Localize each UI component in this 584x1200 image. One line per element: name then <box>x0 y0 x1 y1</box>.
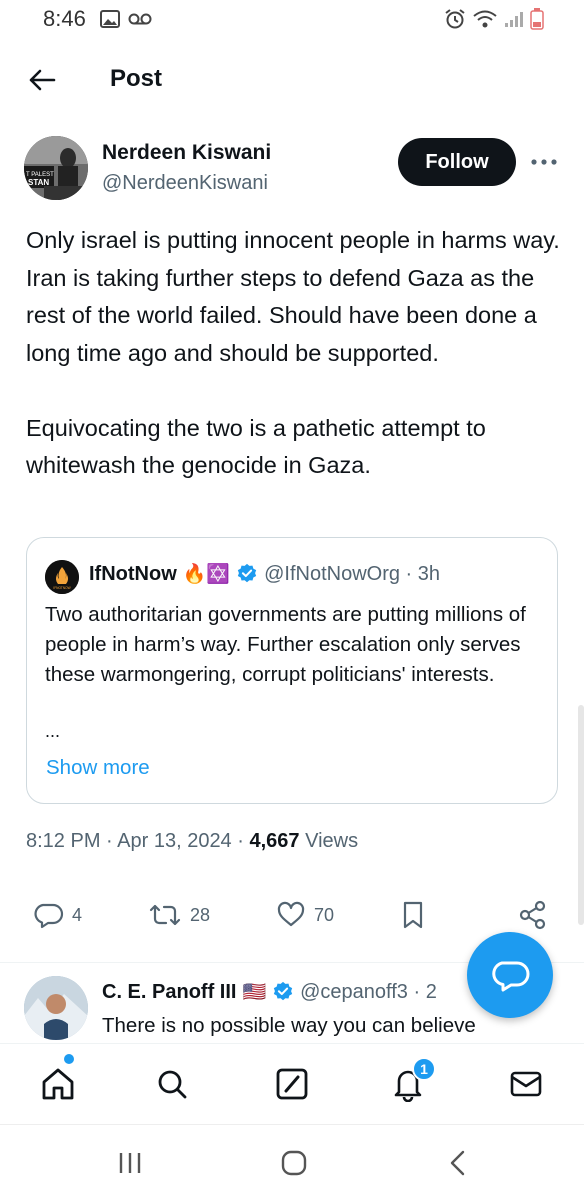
search-icon <box>158 1070 187 1099</box>
scrollbar[interactable] <box>578 705 584 925</box>
svg-text:IFNOTNOW: IFNOTNOW <box>53 586 70 590</box>
follow-button[interactable]: Follow <box>398 138 516 186</box>
reply-author-avatar[interactable] <box>24 976 88 1040</box>
share-button[interactable] <box>518 900 548 930</box>
repost-button[interactable]: 28 <box>148 900 210 930</box>
alarm-icon <box>445 9 465 29</box>
like-button[interactable]: 70 <box>276 900 334 930</box>
home-icon <box>42 1068 74 1100</box>
quote-tweet[interactable]: IFNOTNOW IfNotNow 🔥✡️ @IfNotNowOrg · 3h … <box>26 537 558 804</box>
quote-avatar[interactable]: IFNOTNOW <box>45 560 79 594</box>
repost-count: 28 <box>190 904 211 925</box>
quote-ellipsis: ... <box>45 721 61 741</box>
compose-fab[interactable] <box>467 932 553 1018</box>
gallery-icon <box>100 10 120 28</box>
verified-icon <box>273 981 293 1001</box>
show-more-link[interactable]: Show more <box>46 756 150 780</box>
quote-author-emojis: 🔥✡️ <box>182 564 231 585</box>
reply-author-name[interactable]: C. E. Panoff III <box>102 981 236 1004</box>
grok-icon <box>276 1068 308 1100</box>
quote-handle-time: @IfNotNowOrg · 3h <box>264 562 441 585</box>
home-circle-icon <box>281 1150 307 1176</box>
recent-apps-icon <box>119 1153 141 1173</box>
battery-icon <box>530 8 544 30</box>
mail-icon <box>510 1071 542 1097</box>
system-nav <box>0 1124 584 1200</box>
nav-search[interactable] <box>152 1064 192 1104</box>
header: Post <box>0 50 584 110</box>
reply-button[interactable]: 4 <box>34 900 82 930</box>
reply-compose-icon <box>492 961 530 992</box>
signal-icon <box>505 12 523 27</box>
views-count: 4,667 <box>249 830 300 852</box>
bottom-nav: 1 <box>0 1043 584 1123</box>
reply-author-flag: 🇺🇸 <box>242 982 267 1003</box>
author-name[interactable]: Nerdeen Kiswani <box>102 141 271 165</box>
nav-grok[interactable] <box>272 1064 312 1104</box>
voicemail-icon <box>128 13 152 25</box>
verified-icon <box>237 563 257 583</box>
back-system-button[interactable] <box>438 1147 478 1179</box>
repost-icon <box>149 904 181 926</box>
share-icon <box>519 900 546 930</box>
reply-text: There is no possible way you can believe <box>102 1014 476 1037</box>
bookmark-button[interactable] <box>398 900 428 930</box>
reply-icon <box>34 903 64 929</box>
nav-home[interactable] <box>38 1064 78 1104</box>
back-button[interactable] <box>24 62 60 98</box>
svg-text:STAN: STAN <box>28 178 49 187</box>
more-icon <box>531 159 557 165</box>
more-options-button[interactable] <box>528 146 560 178</box>
author-handle[interactable]: @NerdeenKiswani <box>102 172 268 195</box>
tweet-meta: 8:12 PM · Apr 13, 2024 · 4,667 Views <box>26 830 358 853</box>
reply-handle: @cepanoff3 · 2 <box>300 980 437 1003</box>
notifications-badge: 1 <box>412 1057 436 1081</box>
home-badge-dot <box>64 1054 74 1064</box>
status-time: 8:46 <box>43 6 86 31</box>
quote-text: Two authoritarian governments are puttin… <box>45 603 526 686</box>
nav-messages[interactable] <box>506 1064 546 1104</box>
back-arrow-icon <box>29 69 56 91</box>
chevron-left-icon <box>450 1150 465 1176</box>
quote-author-name[interactable]: IfNotNow <box>89 563 177 586</box>
wifi-icon <box>473 10 497 28</box>
page-title: Post <box>110 65 163 92</box>
like-count: 70 <box>314 904 335 925</box>
home-system-button[interactable] <box>274 1147 314 1179</box>
like-icon <box>277 901 305 927</box>
status-bar: 8:46 <box>0 0 584 40</box>
tweet-text: Only israel is putting innocent people i… <box>26 227 560 478</box>
views-label: Views <box>299 830 359 852</box>
bookmark-icon <box>403 901 423 929</box>
reply-count: 4 <box>72 904 83 925</box>
tweet-timestamp[interactable]: 8:12 PM · Apr 13, 2024 · <box>26 830 249 852</box>
author-avatar[interactable]: T PALEST STAN <box>24 136 88 200</box>
recent-apps-button[interactable] <box>110 1147 150 1179</box>
